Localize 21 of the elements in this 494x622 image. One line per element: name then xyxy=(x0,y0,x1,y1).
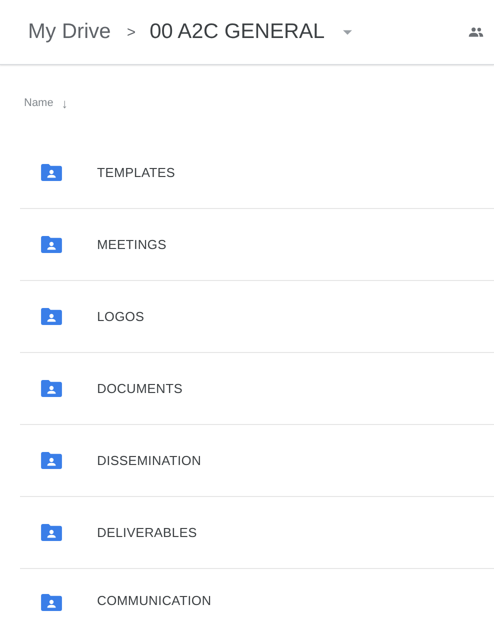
shared-folder-icon xyxy=(40,235,63,254)
shared-folder-icon xyxy=(40,593,63,612)
breadcrumb-separator: > xyxy=(126,24,136,40)
dropdown-caret-icon[interactable] xyxy=(342,30,352,34)
sort-arrow[interactable]: ↓ xyxy=(61,96,68,110)
shared-folder-icon xyxy=(40,451,63,470)
shared-folder-icon xyxy=(40,307,63,326)
folder-row[interactable]: TEMPLATES xyxy=(20,137,494,209)
breadcrumb-link[interactable]: My Drive xyxy=(28,20,111,44)
folder-row[interactable]: MEETINGS xyxy=(20,209,494,281)
folder-row[interactable]: DELIVERABLES xyxy=(20,497,494,569)
column-header[interactable]: Name xyxy=(24,97,54,109)
people-icon[interactable] xyxy=(468,27,484,37)
shared-folder-icon xyxy=(40,163,63,182)
shared-folder-icon xyxy=(40,379,63,398)
folder-row[interactable]: DISSEMINATION xyxy=(20,425,494,497)
folder-row[interactable]: DOCUMENTS xyxy=(20,353,494,425)
current-folder-title[interactable]: 00 A2C GENERAL xyxy=(150,20,325,44)
folder-row[interactable]: COMMUNICATION xyxy=(20,569,494,621)
shared-folder-icon xyxy=(40,523,63,542)
folder-row[interactable]: LOGOS xyxy=(20,281,494,353)
